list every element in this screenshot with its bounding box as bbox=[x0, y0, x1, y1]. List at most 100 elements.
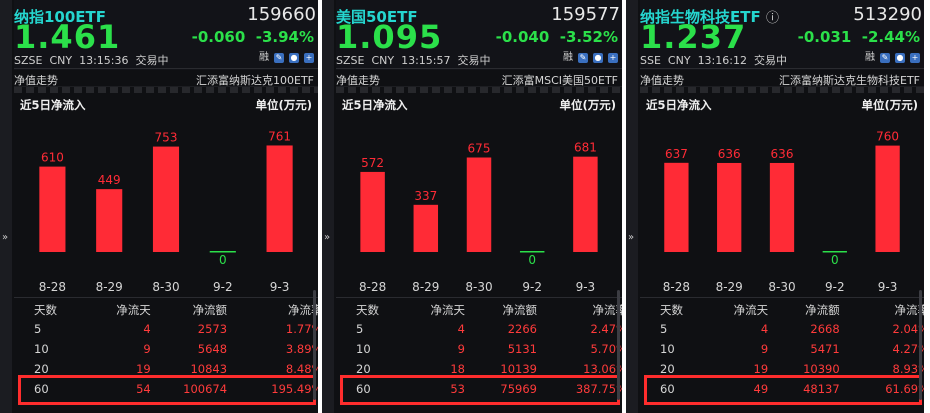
expand-arrow-icon[interactable]: » bbox=[324, 232, 330, 243]
date-tick-9-2: 9-2 bbox=[522, 280, 542, 294]
date-tick-9-2: 9-2 bbox=[212, 280, 233, 294]
date-tick-8-29: 8-29 bbox=[412, 280, 440, 294]
highlight-box bbox=[644, 375, 922, 405]
edit-icon[interactable]: ✎ bbox=[578, 53, 588, 63]
days-cell: 20 bbox=[34, 362, 49, 376]
data-label-9-3: 760 bbox=[876, 130, 899, 144]
etf-panel-2: » 美国50ETF 159577 1.095 -0.040 -3.52% SZS… bbox=[322, 0, 622, 413]
date-tick-8-29: 8-29 bbox=[715, 280, 743, 294]
divider bbox=[14, 297, 318, 298]
expand-arrow-icon[interactable]: » bbox=[628, 232, 634, 243]
table-row[interactable]: 5426682.04% bbox=[640, 320, 924, 340]
net-inflow-chart: 572 337 675 0 681 bbox=[360, 141, 598, 267]
date-tick-9-2: 9-2 bbox=[824, 280, 845, 294]
margin-icon[interactable]: 融 bbox=[865, 53, 875, 63]
bar-8-29 bbox=[413, 204, 439, 252]
inflow-amount-cell: 10843 bbox=[190, 362, 228, 376]
data-label-8-28: 637 bbox=[665, 147, 688, 161]
fund-code: 513290 bbox=[853, 4, 922, 25]
table-row[interactable]: 10951315.70% bbox=[336, 340, 622, 360]
scrollbar[interactable] bbox=[617, 290, 620, 400]
bar-8-29 bbox=[96, 189, 123, 252]
bar-8-30 bbox=[152, 146, 180, 252]
margin-icon[interactable]: 融 bbox=[259, 53, 269, 63]
add-icon[interactable]: + bbox=[304, 53, 314, 63]
last-price: 1.095 bbox=[336, 18, 443, 56]
bell-icon[interactable]: ● bbox=[289, 53, 299, 63]
date-tick-8-28: 8-28 bbox=[662, 280, 691, 294]
margin-icon[interactable]: 融 bbox=[563, 53, 573, 63]
scrollbar[interactable] bbox=[919, 290, 922, 400]
inflow-days-cell: 18 bbox=[450, 362, 465, 376]
section-title: 近5日净流入 bbox=[20, 98, 86, 112]
days-cell: 5 bbox=[356, 322, 364, 336]
inflow-amount-cell: 净流额 bbox=[502, 303, 538, 317]
section-title: 近5日净流入 bbox=[646, 98, 712, 112]
inflow-days-cell: 净流天 bbox=[116, 303, 151, 317]
date-tick-8-30: 8-30 bbox=[152, 280, 180, 294]
inflow-days-cell: 净流天 bbox=[430, 303, 466, 317]
expand-arrow-icon[interactable]: » bbox=[2, 232, 8, 243]
days-cell: 20 bbox=[660, 362, 675, 376]
add-icon[interactable]: + bbox=[608, 53, 618, 63]
last-price: 1.237 bbox=[640, 18, 747, 56]
divider bbox=[640, 86, 924, 93]
table-row[interactable]: 10954714.27% bbox=[640, 340, 924, 360]
info-icon[interactable]: ⓘ bbox=[766, 11, 779, 26]
edit-icon[interactable]: ✎ bbox=[274, 53, 284, 63]
bar-8-29 bbox=[717, 162, 742, 252]
add-icon[interactable]: + bbox=[910, 53, 920, 63]
inflow-days-cell: 9 bbox=[143, 342, 151, 356]
bar-9-3 bbox=[266, 145, 293, 252]
bell-icon[interactable]: ● bbox=[593, 53, 603, 63]
price-change: -0.060 -3.94% bbox=[191, 28, 314, 46]
data-label-8-28: 610 bbox=[41, 151, 64, 165]
table-header: 天数净流天净流额净流率 bbox=[640, 300, 924, 320]
bar-8-30 bbox=[466, 157, 492, 252]
data-label-8-29: 449 bbox=[98, 173, 121, 187]
inflow-amount-cell: 2668 bbox=[810, 322, 840, 336]
data-label-9-2: 0 bbox=[831, 253, 839, 267]
table-row[interactable]: 5425731.77% bbox=[14, 320, 318, 340]
market-meta: SSE CNY 13:16:12 交易中 bbox=[640, 54, 787, 67]
side-handle[interactable]: » bbox=[322, 0, 334, 413]
inflow-amount-cell: 10390 bbox=[803, 362, 840, 376]
bar-9-3 bbox=[573, 156, 598, 252]
table-header: 天数净流天净流额净流率 bbox=[336, 300, 622, 320]
inflow-amount-cell: 净流额 bbox=[805, 303, 840, 317]
bell-icon[interactable]: ● bbox=[895, 53, 905, 63]
side-handle[interactable]: » bbox=[0, 0, 12, 413]
table-row[interactable]: 10956483.89% bbox=[14, 340, 318, 360]
days-cell: 10 bbox=[34, 342, 49, 356]
data-label-9-2: 0 bbox=[219, 253, 227, 267]
highlight-box bbox=[18, 375, 316, 405]
date-tick-8-30: 8-30 bbox=[768, 280, 796, 294]
price-change: -0.040 -3.52% bbox=[495, 28, 618, 46]
divider bbox=[640, 297, 924, 298]
divider bbox=[336, 297, 622, 298]
inflow-amount-cell: 5648 bbox=[197, 342, 228, 356]
bar-8-30 bbox=[769, 162, 795, 252]
unit-label: 单位(万元) bbox=[559, 98, 616, 112]
date-tick-8-28: 8-28 bbox=[358, 280, 387, 294]
days-cell: 天数 bbox=[660, 303, 683, 317]
data-label-9-3: 681 bbox=[574, 141, 597, 155]
bar-9-3 bbox=[875, 145, 900, 252]
edit-icon[interactable]: ✎ bbox=[880, 53, 890, 63]
date-axis: 8-28 8-29 8-30 9-2 9-3 bbox=[336, 280, 622, 296]
header-toolbar: 融 ✎ ● + bbox=[865, 52, 920, 64]
table-row[interactable]: 5422662.47% bbox=[336, 320, 622, 340]
data-label-9-2: 0 bbox=[528, 253, 536, 267]
days-cell: 天数 bbox=[34, 303, 57, 317]
divider bbox=[336, 86, 622, 93]
scrollbar[interactable] bbox=[313, 290, 316, 400]
etf-panel-1: » 纳指100ETF 159660 1.461 -0.060 -3.94% SZ… bbox=[0, 0, 318, 413]
side-handle[interactable]: » bbox=[626, 0, 638, 413]
header-toolbar: 融 ✎ ● + bbox=[259, 52, 314, 64]
days-cell: 20 bbox=[356, 362, 371, 376]
data-label-8-30: 675 bbox=[468, 142, 491, 156]
inflow-amount-cell: 5471 bbox=[810, 342, 840, 356]
inflow-days-cell: 9 bbox=[457, 342, 465, 356]
inflow-amount-cell: 净流额 bbox=[192, 303, 228, 317]
days-cell: 10 bbox=[356, 342, 371, 356]
